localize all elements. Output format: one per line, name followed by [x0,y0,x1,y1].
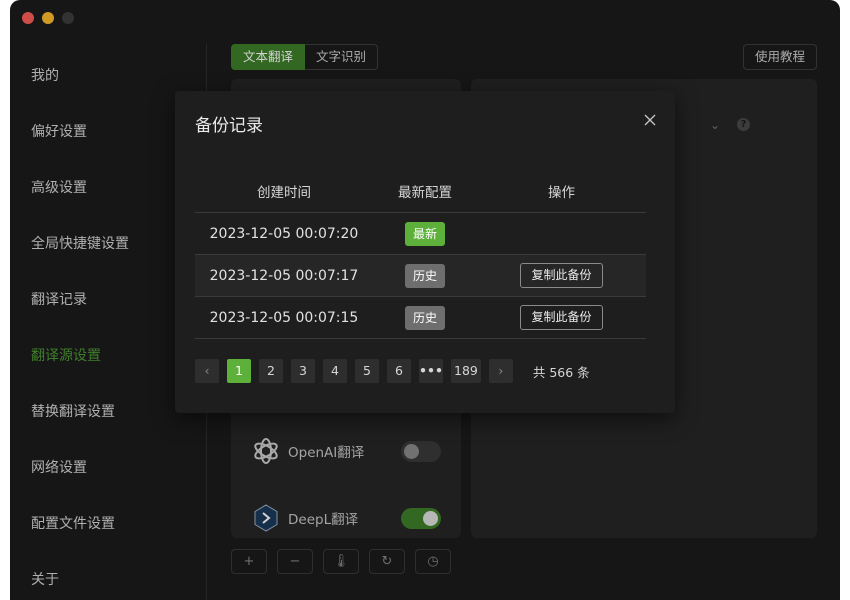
pagination-total: 共 566 条 [532,364,590,380]
column-header-actions: 操作 [548,184,575,201]
status-cell: 历史 [373,305,477,330]
backup-history-dialog: 备份记录 创建时间 最新配置 操作 2023-12-05 00:07:20 最新… [175,91,675,413]
next-page-button[interactable]: › [488,359,513,383]
app-window: 我的 偏好设置 高级设置 全局快捷键设置 翻译记录 翻译源设置 替换翻译设置 网… [10,0,840,600]
prev-page-button[interactable]: ‹ [195,359,219,383]
column-header-latest-config: 最新配置 [398,184,452,201]
page-button-6[interactable]: 6 [387,359,411,383]
column-header-created-time: 创建时间 [257,185,311,201]
created-time: 2023-12-05 00:07:17 [209,267,359,284]
backup-table: 创建时间 最新配置 操作 2023-12-05 00:07:20 最新 2023… [195,173,646,339]
page-button-5[interactable]: 5 [355,359,379,383]
close-icon[interactable] [643,112,657,126]
page-button-3[interactable]: 3 [291,359,315,383]
status-badge: 历史 [404,305,445,330]
page-button-4[interactable]: 4 [323,359,347,383]
action-cell: 复制此备份 [477,263,646,288]
created-time: 2023-12-05 00:07:15 [209,309,359,326]
table-header: 创建时间 最新配置 操作 [195,173,646,213]
copy-backup-button[interactable]: 复制此备份 [520,305,603,330]
table-row: 2023-12-05 00:07:15 历史 复制此备份 [195,297,646,339]
pagination: ‹ 1 2 3 4 5 6 ••• 189 › 共 566 条 [195,359,590,383]
status-cell: 历史 [373,263,477,288]
page-button-2[interactable]: 2 [259,359,283,383]
action-cell: 复制此备份 [477,305,646,330]
page-button-1[interactable]: 1 [227,359,251,383]
page-button-189[interactable]: 189 [451,359,481,383]
status-cell: 最新 [373,221,477,246]
created-time: 2023-12-05 00:07:20 [209,225,359,242]
table-row: 2023-12-05 00:07:20 最新 [195,213,646,255]
table-row: 2023-12-05 00:07:17 历史 复制此备份 [195,255,646,297]
page-ellipsis-button[interactable]: ••• [419,359,443,383]
dialog-title: 备份记录 [195,116,263,136]
copy-backup-button[interactable]: 复制此备份 [520,263,603,288]
status-badge: 最新 [404,221,445,246]
status-badge: 历史 [404,263,445,288]
